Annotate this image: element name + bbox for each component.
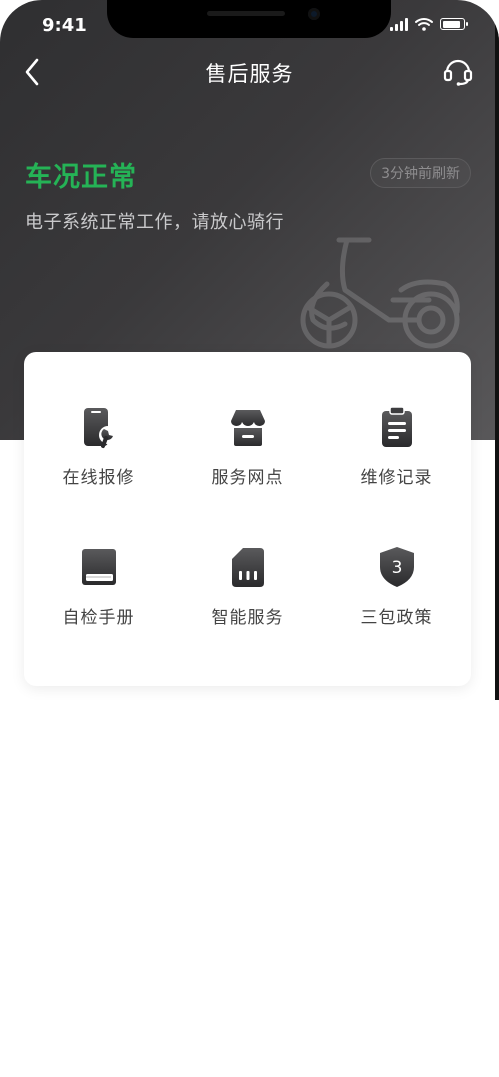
service-label: 智能服务: [211, 607, 284, 628]
refresh-badge[interactable]: 3分钟前刷新: [370, 158, 471, 188]
service-repair-records[interactable]: 维修记录: [322, 376, 471, 516]
service-label: 三包政策: [360, 607, 433, 628]
service-card: 在线报修 服务网点 维修记录 自检手册 智能服务 3 三包政策: [24, 352, 471, 686]
service-label: 在线报修: [62, 467, 135, 488]
status-time: 9:41: [42, 15, 87, 36]
vehicle-status-title: 车况正常: [25, 162, 137, 193]
service-store[interactable]: 服务网点: [173, 376, 322, 516]
clipboard-icon: [381, 405, 412, 447]
service-label: 自检手册: [62, 607, 135, 628]
service-label: 服务网点: [211, 467, 284, 488]
battery-icon: [440, 18, 468, 30]
page-title: 售后服务: [205, 62, 294, 86]
notch: [107, 0, 391, 38]
status-icons: [390, 17, 468, 31]
speaker: [207, 11, 285, 16]
service-grid: 在线报修 服务网点 维修记录 自检手册 智能服务 3 三包政策: [24, 352, 471, 686]
service-label: 维修记录: [360, 467, 433, 488]
camera: [308, 8, 320, 20]
service-smart-service[interactable]: 智能服务: [173, 516, 322, 656]
phone-screen: 9:41 售后服务 车况正常 3分钟前刷新 电子系统正常工作，请放心骑行 在线报…: [0, 0, 499, 1077]
wifi-icon: [415, 18, 433, 31]
device-edge: [495, 0, 499, 700]
vehicle-status-description: 电子系统正常工作，请放心骑行: [25, 212, 284, 233]
service-online-repair[interactable]: 在线报修: [24, 376, 173, 516]
shield-icon: 3: [379, 546, 414, 587]
signal-icon: [390, 17, 408, 31]
navigation-bar: 售后服务: [0, 50, 499, 94]
service-self-check-manual[interactable]: 自检手册: [24, 516, 173, 656]
service-warranty-policy[interactable]: 3 三包政策: [322, 516, 471, 656]
headset-icon[interactable]: [441, 54, 475, 88]
phone-wrench-icon: [83, 407, 117, 448]
store-icon: [230, 409, 265, 446]
book-icon: [81, 548, 116, 585]
shield-badge-number: 3: [391, 558, 402, 578]
scooter-illustration: [300, 237, 460, 349]
sim-card-icon: [231, 547, 264, 587]
